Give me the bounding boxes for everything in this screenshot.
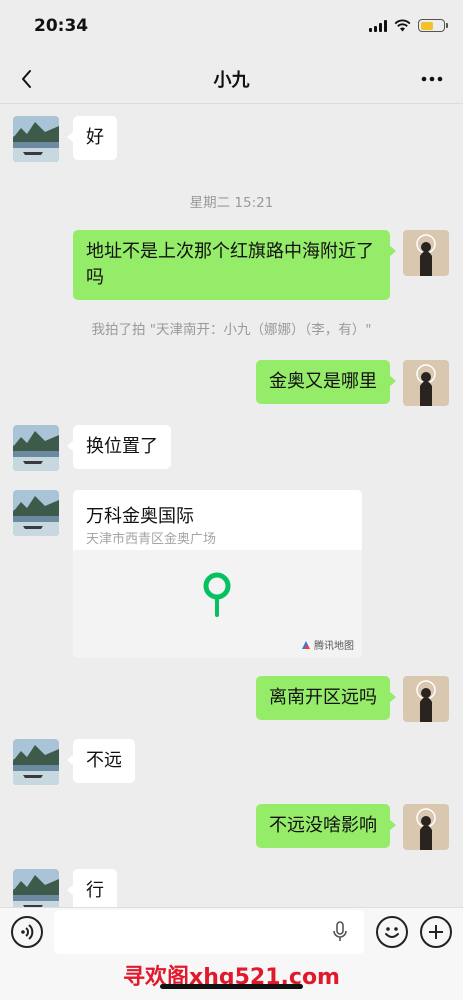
nav-bar: 小九 — [0, 54, 463, 104]
message-bubble[interactable]: 地址不是上次那个红旗路中海附近了吗 — [73, 230, 396, 300]
message-bubble[interactable]: 离南开区远吗 — [256, 676, 396, 720]
message-bubble[interactable]: 换位置了 — [67, 425, 171, 469]
microphone-icon[interactable] — [330, 921, 350, 943]
message-input[interactable] — [54, 910, 364, 954]
voice-button[interactable] — [11, 916, 43, 948]
signal-icon — [369, 19, 387, 32]
pat-notice: 我拍了拍 "天津南开：小九（娜娜）（李，有）" — [91, 322, 372, 338]
wifi-icon — [394, 19, 411, 32]
contact-avatar[interactable] — [13, 739, 59, 785]
map-pin-icon — [203, 572, 231, 617]
status-bar: 20:34 — [0, 0, 463, 54]
plus-button[interactable] — [420, 916, 452, 948]
location-address: 天津市西青区金奥广场 — [86, 532, 217, 547]
my-avatar[interactable] — [403, 360, 449, 406]
message-bubble[interactable]: 行 — [67, 869, 117, 907]
status-time: 20:34 — [34, 16, 89, 36]
chat-title: 小九 — [213, 70, 250, 91]
map-credit-text: 腾讯地图 — [314, 641, 354, 652]
home-indicator — [160, 984, 303, 989]
message-bubble[interactable]: 好 — [67, 116, 117, 160]
plus-icon — [429, 925, 443, 939]
message-bubble[interactable]: 不远 — [67, 739, 135, 783]
contact-avatar[interactable] — [13, 490, 59, 536]
message-timestamp: 星期二 15:21 — [189, 195, 274, 211]
my-avatar[interactable] — [403, 230, 449, 276]
contact-avatar[interactable] — [13, 425, 59, 471]
contact-avatar[interactable] — [13, 869, 59, 907]
location-map[interactable]: 腾讯地图 — [73, 550, 362, 658]
my-avatar[interactable] — [403, 804, 449, 850]
status-icons — [369, 19, 448, 32]
location-name: 万科金奥国际 — [86, 506, 194, 527]
my-avatar[interactable] — [403, 676, 449, 722]
emoji-icon — [385, 927, 399, 938]
more-icon[interactable] — [419, 66, 445, 92]
voice-icon — [21, 924, 34, 940]
location-card[interactable]: 万科金奥国际 天津市西青区金奥广场 腾讯地图 — [73, 490, 362, 658]
chat-area[interactable]: 好 星期二 15:21 地址不是上次那个红旗路中海附近了吗 我拍了拍 "天津南开… — [0, 104, 463, 907]
map-credit: 腾讯地图 — [301, 637, 354, 652]
message-bubble[interactable]: 金奥又是哪里 — [256, 360, 396, 404]
tencent-map-icon — [302, 640, 310, 649]
contact-avatar[interactable] — [13, 116, 59, 162]
message-bubble[interactable]: 不远没啥影响 — [256, 804, 396, 848]
emoji-button[interactable] — [376, 916, 408, 948]
battery-icon — [418, 19, 448, 32]
